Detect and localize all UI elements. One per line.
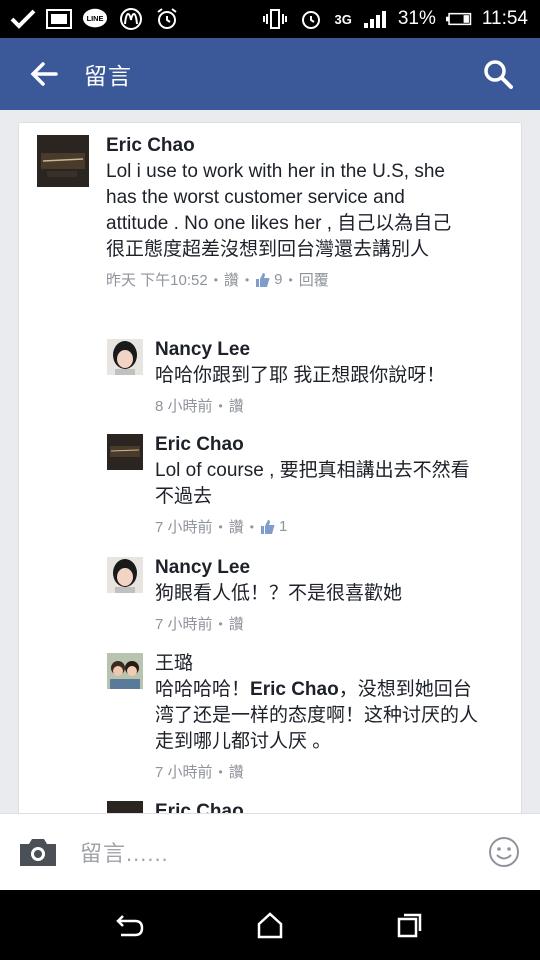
comment-text: Lol i use to work with her in the U.S, s… <box>106 161 452 260</box>
nav-recents-button[interactable] <box>390 905 430 945</box>
emoji-button[interactable] <box>488 836 520 868</box>
thumbs-up-icon <box>256 272 270 287</box>
signal-icon <box>362 8 388 30</box>
clock: 11:54 <box>481 8 528 29</box>
back-button[interactable] <box>24 54 64 94</box>
like-button[interactable]: 讚 <box>229 761 244 782</box>
smiley-icon <box>489 837 519 867</box>
comment-meta: 昨天 下午10:52 • 讚 • 9 • 回覆 <box>106 269 329 290</box>
like-button[interactable]: 讚 <box>224 269 239 290</box>
search-button[interactable] <box>480 56 516 92</box>
comment-author[interactable]: 王璐 <box>155 653 495 675</box>
comment-time[interactable]: 7 小時前 <box>155 613 213 634</box>
svg-text:LINE: LINE <box>87 14 104 23</box>
comment-time[interactable]: 昨天 下午10:52 <box>106 269 208 290</box>
like-button[interactable]: 讚 <box>229 613 244 634</box>
comment-meta: 7 小時前 • 讚 <box>155 613 495 634</box>
page-title: 留言 <box>84 63 132 89</box>
comment-reply: Eric Chao Lol of course , 要把真相講出去不然看不過去 … <box>107 434 507 537</box>
back-icon <box>116 915 144 937</box>
recents-icon <box>397 913 422 938</box>
back-arrow-icon <box>30 62 58 86</box>
nav-back-button[interactable] <box>110 905 150 945</box>
mention-link[interactable]: Eric Chao <box>250 679 339 700</box>
comment-text: 哈哈你跟到了耶 我正想跟你說呀！ <box>155 365 446 386</box>
avatar[interactable] <box>107 653 143 689</box>
comment-time[interactable]: 8 小時前 <box>155 395 213 416</box>
comment-meta: 8 小時前 • 讚 <box>155 395 495 416</box>
comment: Eric Chao Lol i use to work with her in … <box>37 135 507 290</box>
comment-author[interactable]: Nancy Lee <box>155 557 495 579</box>
battery-percent: 31% <box>397 8 436 29</box>
comment-time[interactable]: 7 小時前 <box>155 516 213 537</box>
alarm-clock-icon <box>298 8 324 30</box>
thumbs-up-icon <box>260 519 275 534</box>
avatar[interactable] <box>37 135 89 187</box>
comment-input[interactable]: 留言...... <box>80 836 169 868</box>
line-app-icon: LINE <box>82 8 108 30</box>
search-icon <box>484 60 513 89</box>
comment-text: Lol of course , 要把真相講出去不然看不過去 <box>155 460 470 507</box>
network-type: 3G <box>334 11 352 27</box>
comment-author[interactable]: Eric Chao <box>155 434 495 456</box>
comment-text: 狗眼看人低！？不是很喜歡她 <box>155 583 403 604</box>
mcdonalds-icon <box>118 8 144 30</box>
status-bar: LINE 3G 31% 11:54 <box>0 0 540 38</box>
comment-meta: 7 小時前 • 讚 <box>155 761 495 782</box>
avatar[interactable] <box>107 339 143 375</box>
check-icon <box>10 8 36 30</box>
like-count[interactable]: 1 <box>260 518 287 535</box>
system-nav-bar <box>0 890 540 960</box>
comment-author[interactable]: Eric Chao <box>106 135 506 157</box>
camera-icon <box>20 839 56 866</box>
like-count[interactable]: 9 <box>255 271 282 288</box>
alarm-icon <box>154 8 180 30</box>
comment-reply: 王璐 哈哈哈哈！Eric Chao，没想到她回台湾了还是一样的态度啊！这种讨厌的… <box>107 653 507 782</box>
image-icon <box>46 8 72 30</box>
comment-text: 哈哈哈哈！Eric Chao，没想到她回台湾了还是一样的态度啊！这种讨厌的人 走… <box>155 679 479 752</box>
vibrate-icon <box>262 8 288 30</box>
reply-button[interactable]: 回覆 <box>299 269 329 290</box>
comment-author[interactable]: Nancy Lee <box>155 339 495 361</box>
camera-button[interactable] <box>18 836 58 868</box>
comment-time[interactable]: 7 小時前 <box>155 761 213 782</box>
like-button[interactable]: 讚 <box>229 395 244 416</box>
avatar[interactable] <box>107 434 143 470</box>
home-icon <box>257 912 283 939</box>
battery-icon <box>445 8 472 30</box>
comment-reply: Nancy Lee 狗眼看人低！？不是很喜歡她 7 小時前 • 讚 <box>107 557 507 634</box>
app-bar: 留言 <box>0 38 540 110</box>
comment-composer: 留言...... <box>0 813 540 890</box>
nav-home-button[interactable] <box>250 905 290 945</box>
comments-card: Eric Chao Lol i use to work with her in … <box>18 122 522 822</box>
like-button[interactable]: 讚 <box>229 516 244 537</box>
avatar[interactable] <box>107 557 143 593</box>
comment-meta: 7 小時前 • 讚 • 1 <box>155 516 288 537</box>
comment-reply: Nancy Lee 哈哈你跟到了耶 我正想跟你說呀！ 8 小時前 • 讚 <box>107 339 507 416</box>
